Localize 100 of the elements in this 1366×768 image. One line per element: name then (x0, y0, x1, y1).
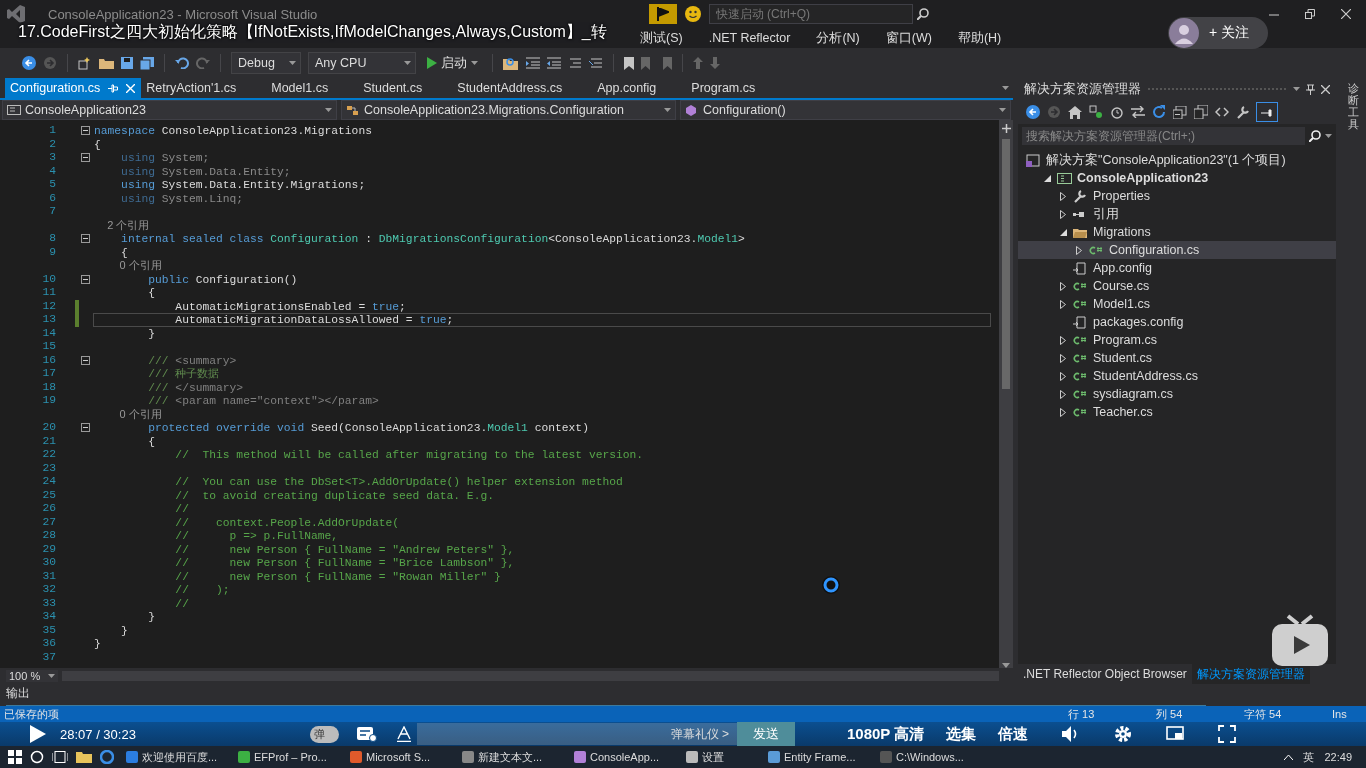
switch-icon[interactable] (1131, 106, 1145, 118)
expanded-arrow-icon[interactable] (1043, 174, 1051, 182)
menu-item[interactable]: 窗口(W) (885, 29, 932, 47)
taskbar-item[interactable]: ConsoleApp... (570, 747, 674, 767)
collapsed-arrow-icon[interactable] (1060, 371, 1066, 381)
collapsed-arrow-icon[interactable] (1060, 335, 1066, 345)
folder-icon[interactable] (99, 57, 114, 69)
scrollbar-thumb[interactable] (1002, 139, 1010, 389)
arrow-up-icon[interactable] (693, 57, 703, 69)
editor-tab[interactable]: App.config (592, 78, 687, 98)
taskbar-item[interactable]: Microsoft S... (346, 747, 450, 767)
text-style-icon[interactable] (397, 726, 411, 742)
redo-icon[interactable] (196, 57, 210, 69)
collapsed-arrow-icon[interactable] (1060, 407, 1066, 417)
collapse-icon[interactable] (81, 423, 90, 433)
bookmark-icon[interactable] (624, 56, 634, 70)
home-icon[interactable] (1068, 105, 1082, 119)
code-view-icon[interactable] (1215, 107, 1229, 117)
input-language[interactable]: 英 (1303, 749, 1315, 765)
reference-count[interactable]: 0 个引用 (95, 259, 162, 273)
tree-item[interactable]: Configuration.cs (1018, 241, 1336, 259)
tray-caret-icon[interactable] (1284, 754, 1294, 760)
taskbar-item[interactable]: 欢迎使用百度... (122, 747, 226, 767)
side-tab[interactable]: 诊断工具 (1348, 82, 1359, 131)
save-all-icon[interactable] (140, 56, 154, 70)
tv-play-icon[interactable] (1272, 614, 1328, 666)
browser-icon[interactable] (100, 750, 114, 764)
collapse-all-icon[interactable] (1173, 105, 1187, 119)
play-icon[interactable] (30, 725, 46, 743)
collapsed-arrow-icon[interactable] (1060, 299, 1066, 309)
fullscreen-icon[interactable] (1218, 725, 1237, 743)
tree-item[interactable]: App.config (1018, 259, 1336, 277)
history-icon[interactable] (1110, 105, 1124, 119)
collapsed-arrow-icon[interactable] (1060, 389, 1066, 399)
task-view-icon[interactable] (52, 751, 68, 763)
editor-tab[interactable]: StudentAddress.cs (452, 78, 593, 98)
collapsed-arrow-icon[interactable] (1060, 209, 1066, 219)
collapsed-arrow-icon[interactable] (1060, 353, 1066, 363)
tree-item[interactable]: ConsoleApplication23 (1018, 169, 1336, 187)
tree-item[interactable]: Program.cs (1018, 331, 1336, 349)
refresh-icon[interactable] (1152, 105, 1166, 119)
tree-item[interactable]: 引用 (1018, 205, 1336, 223)
outdent-icon[interactable] (547, 57, 561, 69)
expanded-arrow-icon[interactable] (1059, 228, 1067, 236)
search-field[interactable]: 搜索解决方案资源管理器(Ctrl+;) (1022, 127, 1305, 145)
search-icon[interactable] (30, 750, 44, 764)
taskbar-item[interactable]: C:\Windows... (876, 747, 980, 767)
platform-dropdown[interactable]: Any CPU (308, 52, 416, 74)
taskbar-item[interactable]: Entity Frame... (764, 747, 868, 767)
editor-tab[interactable]: Program.cs (686, 78, 786, 98)
danmaku-toggle[interactable]: 弹 (310, 725, 339, 743)
panel-tab[interactable]: 解决方案资源管理器 (1191, 664, 1310, 684)
menu-item[interactable]: 帮助(H) (957, 29, 1002, 47)
quick-launch-field[interactable]: 快速启动 (Ctrl+Q) (708, 4, 913, 24)
reference-count[interactable]: 0 个引用 (95, 407, 162, 421)
collapse-icon[interactable] (81, 234, 90, 244)
collapse-icon[interactable] (81, 355, 90, 365)
sync-icon[interactable] (1089, 105, 1103, 119)
taskbar-item[interactable]: EFProf – Pro... (234, 747, 338, 767)
danmaku-settings-icon[interactable] (357, 726, 377, 742)
collapsed-arrow-icon[interactable] (1060, 191, 1066, 201)
indent-icon[interactable] (526, 57, 540, 69)
follow-button[interactable]: + 关注 (1168, 17, 1268, 49)
type-dropdown[interactable]: ConsoleApplication23.Migrations.Configuration (341, 100, 676, 120)
zoom-dropdown[interactable]: 100 % (6, 670, 59, 682)
copy-icon[interactable] (1194, 105, 1208, 119)
send-button[interactable]: 发送 (737, 722, 795, 746)
tree-item[interactable]: sysdiagram.cs (1018, 385, 1336, 403)
menu-item[interactable]: 测试(S) (640, 29, 683, 47)
episodes-button[interactable]: 选集 (946, 724, 977, 744)
project-dropdown[interactable]: ConsoleApplication23 (2, 100, 337, 120)
tree-item[interactable]: 解决方案"ConsoleApplication23"(1 个项目) (1018, 151, 1336, 169)
tree-item[interactable]: Student.cs (1018, 349, 1336, 367)
settings-icon[interactable] (1114, 725, 1133, 743)
taskbar-item[interactable]: 新建文本文... (458, 747, 562, 767)
tab-list-icon[interactable] (1002, 86, 1009, 90)
tree-item[interactable]: Course.cs (1018, 277, 1336, 295)
editor-tab[interactable]: Model1.cs (266, 78, 359, 98)
reference-count[interactable]: 2 个引用 (95, 218, 150, 232)
taskbar-item[interactable]: 设置 (682, 747, 756, 767)
comment-lines-icon[interactable] (568, 57, 582, 69)
collapse-icon[interactable] (81, 153, 90, 163)
picture-in-picture-icon[interactable] (1166, 725, 1185, 743)
smiley-icon[interactable] (684, 6, 701, 22)
start-button[interactable]: 启动 (423, 54, 482, 72)
split-icon[interactable] (1001, 124, 1011, 133)
tree-item[interactable]: Model1.cs (1018, 295, 1336, 313)
quality-button[interactable]: 1080P 高清 (847, 724, 925, 744)
pin-icon[interactable] (1306, 83, 1315, 95)
tree-item[interactable]: Properties (1018, 187, 1336, 205)
save-icon[interactable] (121, 57, 133, 69)
collapse-icon[interactable] (81, 126, 90, 136)
speed-button[interactable]: 倍速 (998, 724, 1029, 744)
tree-item[interactable]: Teacher.cs (1018, 403, 1336, 421)
folder-icon[interactable] (76, 751, 92, 763)
member-dropdown[interactable]: Configuration() (680, 100, 1011, 120)
tree-item[interactable]: StudentAddress.cs (1018, 367, 1336, 385)
back-icon[interactable] (22, 56, 36, 70)
build-mode-dropdown[interactable]: Debug (231, 52, 301, 74)
wrench-icon[interactable] (1236, 105, 1249, 119)
